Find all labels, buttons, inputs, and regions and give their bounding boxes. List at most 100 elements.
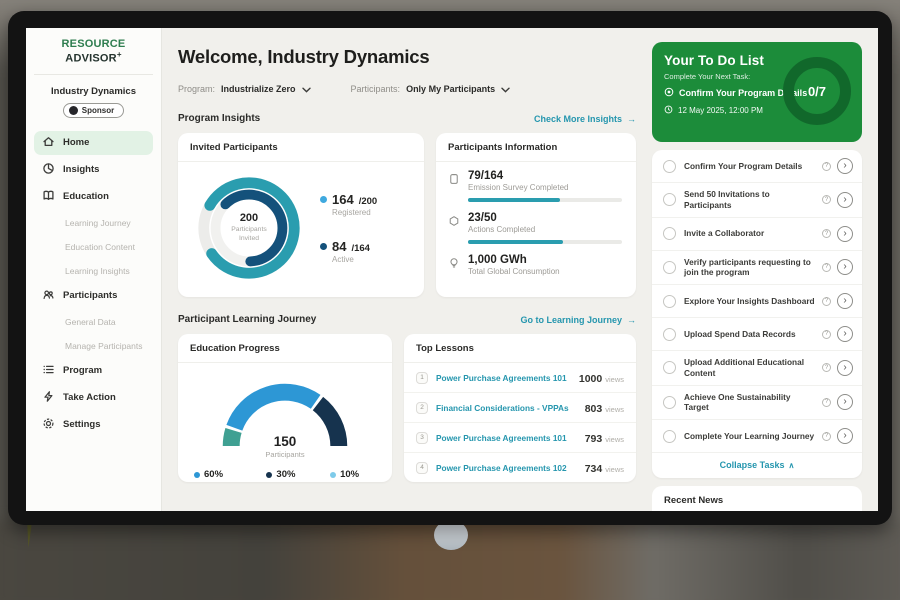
chevron-right-icon[interactable]: › <box>837 428 853 444</box>
views-suffix: views <box>605 405 624 414</box>
lesson-link[interactable]: Power Purchase Agreements 101 <box>436 373 571 383</box>
task-label: Explore Your Insights Dashboard <box>676 296 822 307</box>
todo-task-row[interactable]: Send 50 Invitations to Participants ? › <box>652 183 862 218</box>
sidebar-item-education-content[interactable]: Education Content <box>34 236 153 259</box>
sidebar-item-home[interactable]: Home <box>34 131 153 155</box>
sidebar-item-general-data[interactable]: General Data <box>34 311 153 334</box>
participants-dropdown[interactable]: Participants: Only My Participants <box>351 80 511 98</box>
task-checkbox[interactable] <box>663 396 676 409</box>
chevron-right-icon[interactable]: › <box>837 192 853 208</box>
task-checkbox[interactable] <box>663 328 676 341</box>
sidebar-item-label: Participants <box>63 290 117 301</box>
sidebar-item-label: Settings <box>63 419 100 430</box>
views-suffix: views <box>605 375 624 384</box>
sidebar-item-learning-journey[interactable]: Learning Journey <box>34 212 153 235</box>
help-icon[interactable]: ? <box>822 263 831 272</box>
todo-task-row[interactable]: Upload Spend Data Records ? › <box>652 318 862 351</box>
help-icon[interactable]: ? <box>822 432 831 441</box>
program-insights-header: Program Insights Check More Insights → <box>178 113 636 124</box>
education-legend: 60% Completed 30% Pending 10% Not Starte… <box>178 461 392 482</box>
todo-progress-value: 0/7 <box>808 84 826 99</box>
todo-task-row[interactable]: Verify participants requesting to join t… <box>652 251 862 286</box>
legend-item-pending: 30% Pending <box>266 469 304 482</box>
lesson-rank: 3 <box>416 432 428 444</box>
help-icon[interactable]: ? <box>822 330 831 339</box>
filter-bar: Program: Industrialize Zero Participants… <box>178 80 636 98</box>
legend-dot <box>330 472 336 478</box>
settings-icon <box>42 417 55 433</box>
participants-dropdown-label: Participants: <box>351 84 401 94</box>
sidebar-item-manage-participants[interactable]: Manage Participants <box>34 335 153 358</box>
task-label: Upload Additional Educational Content <box>676 357 822 379</box>
todo-task-row[interactable]: Complete Your Learning Journey ? › <box>652 420 862 453</box>
page-title: Welcome, Industry Dynamics <box>178 46 636 68</box>
collapse-tasks-link[interactable]: Collapse Tasks∧ <box>652 453 862 478</box>
task-checkbox[interactable] <box>663 261 676 274</box>
app-logo: RESOURCE ADVISOR+ <box>34 38 153 75</box>
task-checkbox[interactable] <box>663 193 676 206</box>
sidebar-item-insights[interactable]: Insights <box>34 158 153 182</box>
sidebar-item-settings[interactable]: Settings <box>34 413 153 437</box>
legend-value: 60% <box>204 469 223 480</box>
sidebar-item-learning-insights[interactable]: Learning Insights <box>34 260 153 283</box>
legend-dot <box>194 472 200 478</box>
lesson-link[interactable]: Power Purchase Agreements 101 <box>436 433 577 443</box>
todo-task-row[interactable]: Achieve One Sustainability Target ? › <box>652 386 862 421</box>
task-checkbox[interactable] <box>663 361 676 374</box>
sidebar-item-education[interactable]: Education <box>34 185 153 209</box>
actions-icon <box>448 212 460 244</box>
sidebar-item-participants[interactable]: Participants <box>34 284 153 308</box>
sidebar-item-label: Home <box>63 137 89 148</box>
legend-value: 30% <box>276 469 295 480</box>
chevron-right-icon[interactable]: › <box>837 326 853 342</box>
gauge-center-label: Participants <box>196 450 374 459</box>
todo-summary-card: Your To Do List Complete Your Next Task:… <box>652 42 862 142</box>
sponsor-label: Sponsor <box>82 106 114 115</box>
chevron-right-icon[interactable]: › <box>837 293 853 309</box>
chevron-right-icon[interactable]: › <box>837 259 853 275</box>
donut-center-label: Participants Invited <box>221 226 277 244</box>
task-checkbox[interactable] <box>663 160 676 173</box>
task-label: Complete Your Learning Journey <box>676 431 822 442</box>
chevron-right-icon[interactable]: › <box>837 226 853 242</box>
go-to-learning-journey-link[interactable]: Go to Learning Journey → <box>520 315 636 325</box>
energy-icon <box>448 254 460 276</box>
task-checkbox[interactable] <box>663 430 676 443</box>
help-icon[interactable]: ? <box>822 162 831 171</box>
stat-label: Actions Completed <box>468 225 622 234</box>
lesson-views: 793 <box>585 433 603 445</box>
help-icon[interactable]: ? <box>822 229 831 238</box>
learning-journey-header: Participant Learning Journey Go to Learn… <box>178 314 636 325</box>
todo-task-row[interactable]: Upload Additional Educational Content ? … <box>652 351 862 386</box>
help-icon[interactable]: ? <box>822 297 831 306</box>
education-progress-card: Education Progress 150 Participants <box>178 334 392 482</box>
stat-label: Total Global Consumption <box>468 267 622 276</box>
chevron-right-icon[interactable]: › <box>837 360 853 376</box>
sidebar-subitem-label: Learning Insights <box>65 266 130 276</box>
task-checkbox[interactable] <box>663 295 676 308</box>
lesson-link[interactable]: Power Purchase Agreements 102 <box>436 463 577 473</box>
legend-label: Registered <box>332 208 377 217</box>
program-dropdown[interactable]: Program: Industrialize Zero <box>178 80 311 98</box>
sidebar-item-program[interactable]: Program <box>34 359 153 383</box>
education-gauge-chart: 150 Participants <box>196 373 374 461</box>
todo-datetime: 12 May 2025, 12:00 PM <box>678 106 763 115</box>
todo-task-row[interactable]: Invite a Collaborator ? › <box>652 218 862 251</box>
gauge-center-value: 150 <box>196 434 374 449</box>
help-icon[interactable]: ? <box>822 398 831 407</box>
chevron-right-icon[interactable]: › <box>837 158 853 174</box>
todo-task-row[interactable]: Confirm Your Program Details ? › <box>652 150 862 183</box>
sidebar-item-take-action[interactable]: Take Action <box>34 386 153 410</box>
sidebar-item-label: Take Action <box>63 392 116 403</box>
task-checkbox[interactable] <box>663 227 676 240</box>
help-icon[interactable]: ? <box>822 195 831 204</box>
lesson-link[interactable]: Financial Considerations - VPPAs <box>436 403 577 413</box>
chevron-right-icon[interactable]: › <box>837 394 853 410</box>
lesson-views: 1000 <box>579 373 602 385</box>
todo-task-row[interactable]: Explore Your Insights Dashboard ? › <box>652 285 862 318</box>
legend-dot <box>266 472 272 478</box>
check-more-insights-link[interactable]: Check More Insights → <box>534 114 636 124</box>
sidebar-subitem-label: Learning Journey <box>65 218 131 228</box>
help-icon[interactable]: ? <box>822 363 831 372</box>
section-title: Program Insights <box>178 113 260 124</box>
